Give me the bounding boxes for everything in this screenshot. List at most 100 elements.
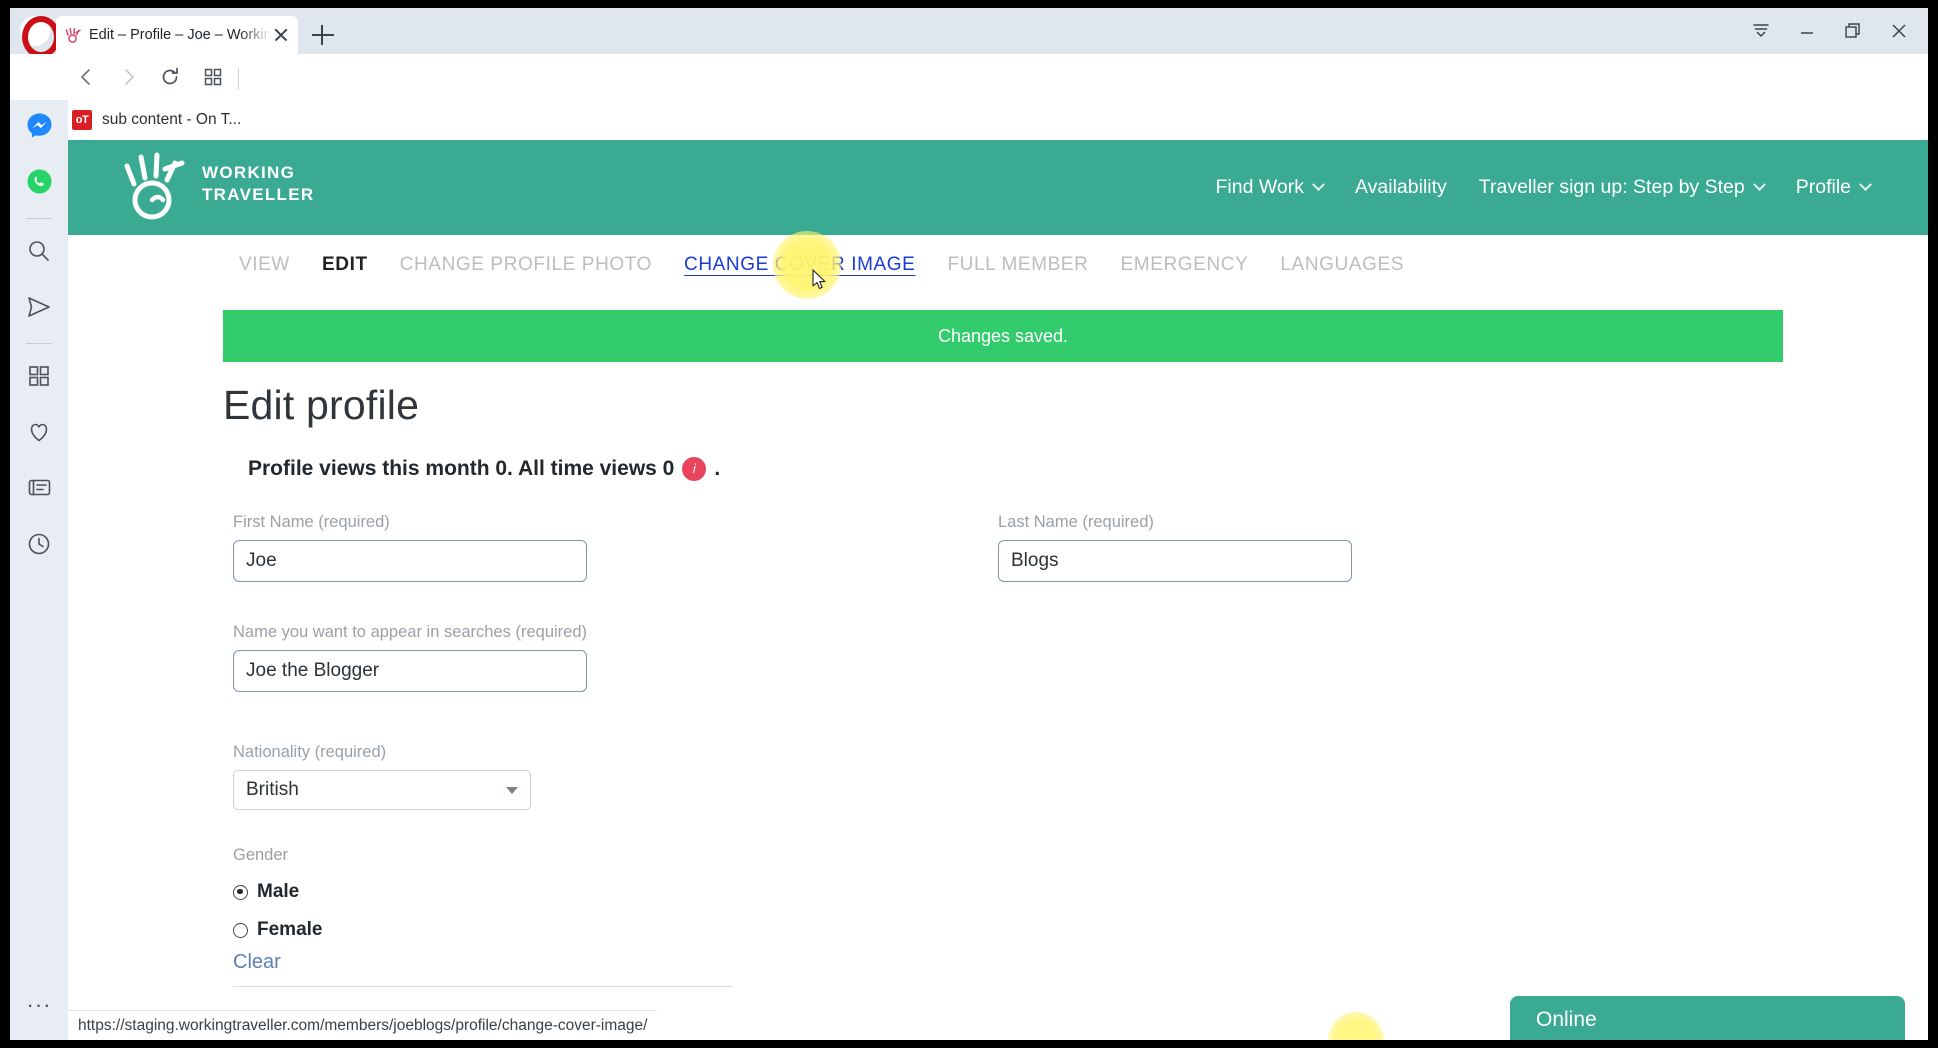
- nationality-label: Nationality (required): [233, 743, 387, 761]
- site-logo-line1: WORKING: [202, 163, 296, 182]
- window-controls: [1738, 8, 1922, 54]
- tab-languages[interactable]: LANGUAGES: [1264, 254, 1420, 276]
- reload-button[interactable]: [155, 62, 185, 92]
- chat-widget[interactable]: Online: [1510, 996, 1905, 1040]
- page-viewport: WORKING TRAVELLER Find Work Availability…: [68, 140, 1928, 1010]
- tab-edit[interactable]: EDIT: [306, 254, 384, 276]
- whatsapp-icon: [26, 168, 53, 200]
- heart-icon: [26, 419, 52, 450]
- radio-female[interactable]: [233, 922, 248, 938]
- sidebar-item-whatsapp[interactable]: [10, 156, 68, 212]
- workspaces-grid-icon: [27, 364, 51, 393]
- edit-profile-form: First Name (required) Last Name (require…: [223, 513, 1928, 987]
- bookmark-favicon-icon: oT: [72, 110, 92, 130]
- forward-button[interactable]: [113, 62, 143, 92]
- title-bar: Edit – Profile – Joe – Workin: [10, 8, 1928, 58]
- sidebar-item-workspaces[interactable]: [10, 350, 68, 406]
- chevron-down-icon: [1859, 178, 1872, 192]
- sidebar-item-news[interactable]: [10, 462, 68, 518]
- close-window-icon[interactable]: [1876, 8, 1922, 54]
- field-gender: Gender Male Female Clear: [233, 846, 733, 987]
- chevron-down-icon: [1752, 178, 1766, 192]
- easy-setup-icon[interactable]: [1738, 8, 1784, 54]
- sidebar-item-favourites[interactable]: [10, 406, 68, 462]
- tab-change-profile-photo[interactable]: CHANGE PROFILE PHOTO: [384, 254, 668, 276]
- info-badge-icon[interactable]: i: [682, 457, 707, 481]
- sidebar-more-button[interactable]: ···: [10, 992, 68, 1017]
- close-tab-icon[interactable]: [272, 26, 290, 44]
- form-row-nationality: Nationality (required) British: [223, 743, 1928, 846]
- profile-views-text: Profile views this month 0. All time vie…: [248, 457, 675, 480]
- sidebar-item-history[interactable]: [10, 518, 68, 574]
- nav-label: Find Work: [1215, 176, 1305, 198]
- sidebar-divider: [26, 218, 52, 219]
- tab-full-member[interactable]: FULL MEMBER: [931, 254, 1104, 276]
- status-banner: Changes saved.: [223, 310, 1783, 362]
- opera-sidebar: ···: [10, 100, 68, 1040]
- bookmarks-bar: oT sub content - On T...: [10, 100, 1928, 140]
- messenger-icon: [26, 112, 53, 144]
- tab-overview-button[interactable]: [198, 62, 228, 92]
- browser-tab-title: Edit – Profile – Joe – Workin: [89, 27, 272, 43]
- first-name-label: First Name (required): [233, 513, 390, 531]
- tab-emergency[interactable]: EMERGENCY: [1105, 254, 1265, 276]
- browser-tab[interactable]: Edit – Profile – Joe – Workin: [56, 16, 298, 54]
- site-logo[interactable]: WORKING TRAVELLER: [120, 146, 314, 222]
- sidebar-item-send[interactable]: [10, 281, 68, 337]
- nav-item-traveller-sign-up[interactable]: Traveller sign up: Step by Step: [1463, 176, 1780, 199]
- news-icon: [27, 475, 52, 505]
- radio-male[interactable]: [233, 884, 248, 900]
- form-row-gender: Gender Male Female Clear: [223, 846, 1928, 987]
- address-bar: staging.workingtraveller.com/members/joe…: [10, 54, 1928, 134]
- site-logo-text: WORKING TRAVELLER: [202, 162, 314, 206]
- nav-item-find-work[interactable]: Find Work: [1200, 176, 1340, 199]
- cursor-highlight-secondary: [1328, 1012, 1384, 1040]
- field-first-name: First Name (required): [233, 513, 587, 582]
- nav-item-availability[interactable]: Availability: [1339, 176, 1463, 199]
- search-name-label: Name you want to appear in searches (req…: [233, 623, 588, 641]
- working-traveller-favicon-icon: [64, 26, 82, 44]
- opera-browser-window: Edit – Profile – Joe – Workin oT sub con…: [10, 8, 1928, 1040]
- opera-logo-icon: [20, 16, 60, 58]
- tab-change-cover-image[interactable]: CHANGE COVER IMAGE: [668, 254, 931, 276]
- profile-tabs: VIEW EDIT CHANGE PROFILE PHOTO CHANGE CO…: [68, 231, 1928, 299]
- form-row-names: First Name (required) Last Name (require…: [223, 513, 1928, 623]
- status-banner-text: Changes saved.: [937, 325, 1069, 346]
- chevron-down-icon: [506, 786, 518, 794]
- nav-label: Profile: [1795, 176, 1851, 198]
- search-icon: [26, 238, 52, 269]
- nav-item-profile[interactable]: Profile: [1780, 176, 1886, 199]
- field-nationality: Nationality (required) British: [233, 743, 531, 810]
- sidebar-item-messenger[interactable]: [10, 100, 68, 156]
- nav-label: Availability: [1355, 176, 1447, 198]
- field-last-name: Last Name (required): [998, 513, 1352, 582]
- gender-clear-link[interactable]: Clear: [233, 951, 733, 974]
- screen: Edit – Profile – Joe – Workin oT sub con…: [0, 0, 1938, 1048]
- first-name-input[interactable]: [233, 540, 587, 582]
- last-name-input[interactable]: [998, 540, 1352, 582]
- radio-female-label: Female: [257, 919, 323, 940]
- gender-option-female[interactable]: Female: [233, 919, 733, 941]
- nationality-selected-value: British: [246, 779, 299, 800]
- page-content: Edit profile Profile views this month 0.…: [68, 382, 1928, 987]
- sidebar-item-search[interactable]: [10, 225, 68, 281]
- tab-view[interactable]: VIEW: [223, 254, 306, 276]
- back-button[interactable]: [72, 62, 102, 92]
- chat-widget-label: Online: [1536, 1008, 1597, 1031]
- restore-icon[interactable]: [1830, 8, 1876, 54]
- profile-views-line: Profile views this month 0. All time vie…: [248, 457, 1928, 481]
- sidebar-more-label: ···: [26, 992, 52, 1017]
- search-name-input[interactable]: [233, 650, 587, 692]
- history-clock-icon: [26, 531, 52, 562]
- minimise-icon[interactable]: [1784, 8, 1830, 54]
- bookmark-label: sub content - On T...: [102, 111, 242, 128]
- new-tab-button[interactable]: [310, 22, 336, 48]
- sidebar-divider: [26, 343, 52, 344]
- profile-views-suffix: .: [714, 457, 721, 480]
- send-icon: [26, 294, 52, 325]
- nationality-select[interactable]: British: [233, 770, 531, 810]
- gender-label: Gender: [233, 846, 289, 864]
- last-name-label: Last Name (required): [998, 513, 1154, 531]
- bookmark-item[interactable]: oT sub content - On T...: [72, 110, 241, 130]
- gender-option-male[interactable]: Male: [233, 881, 733, 903]
